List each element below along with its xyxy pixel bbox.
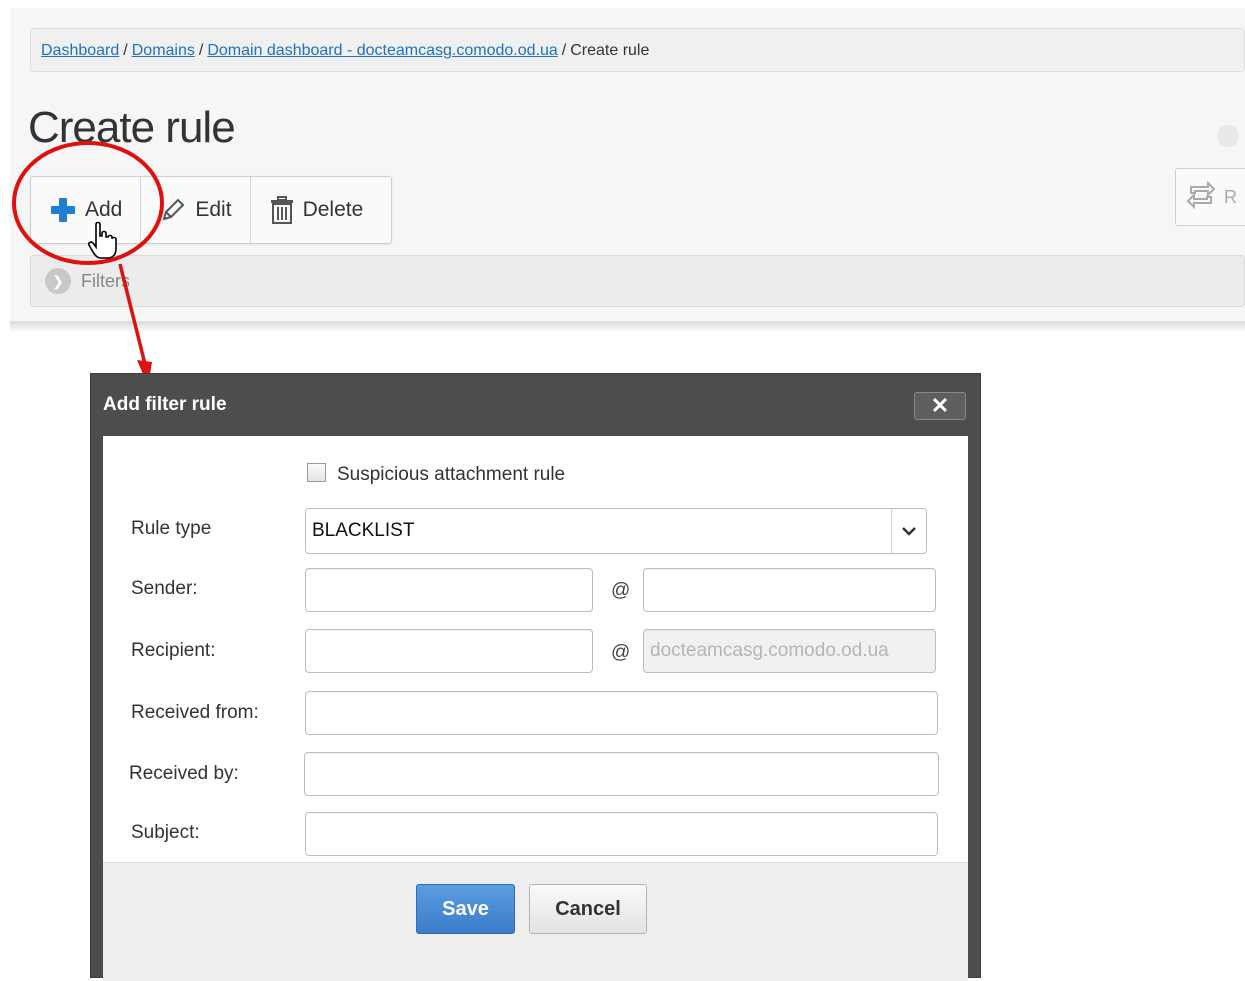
filters-panel-toggle[interactable]: ❯ Filters [30, 255, 1245, 307]
received-by-label: Received by: [129, 763, 239, 784]
dialog-body: Suspicious attachment rule Rule type BLA… [103, 436, 968, 981]
sender-label: Sender: [131, 578, 198, 599]
add-button[interactable]: Add [31, 177, 142, 243]
rule-type-label: Rule type [131, 518, 212, 539]
chevron-down-icon [891, 509, 926, 553]
breadcrumb-link-domains[interactable]: Domains [132, 42, 195, 59]
trash-icon [269, 195, 295, 225]
page-screenshot: Dashboard / Domains / Domain dashboard - doc… [10, 8, 1245, 333]
recipient-domain-input: docteamcasg.comodo.od.ua [643, 629, 936, 673]
rule-toolbar: Add Edit Delete [30, 176, 393, 244]
dialog-header: Add filter rule [91, 374, 980, 436]
rule-type-value: BLACKLIST [312, 520, 415, 541]
refresh-icon [1186, 180, 1216, 214]
received-from-label: Received from: [131, 702, 259, 723]
edit-button[interactable]: Edit [141, 177, 251, 243]
suspicious-attachment-checkbox[interactable] [307, 463, 326, 482]
subject-label: Subject: [131, 822, 200, 843]
breadcrumb-link-dashboard[interactable]: Dashboard [41, 42, 119, 59]
suspicious-attachment-label[interactable]: Suspicious attachment rule [337, 464, 565, 486]
add-button-label: Add [85, 198, 123, 221]
breadcrumb-separator: / [123, 42, 128, 59]
save-button[interactable]: Save [416, 884, 515, 934]
sender-local-input[interactable] [305, 568, 593, 612]
dialog-title: Add filter rule [103, 394, 227, 415]
refresh-button-label: R [1224, 186, 1237, 207]
breadcrumb-separator: / [561, 42, 567, 59]
rule-type-select[interactable]: BLACKLIST [305, 508, 927, 554]
pencil-icon [159, 196, 187, 224]
breadcrumb-separator: / [198, 42, 204, 59]
page-title: Create rule [28, 103, 236, 152]
recipient-at-symbol: @ [611, 642, 631, 663]
refresh-button[interactable]: R [1175, 168, 1245, 226]
recipient-local-input[interactable] [305, 629, 593, 673]
add-filter-rule-dialog: Add filter rule ✕ Suspicious attachment … [90, 373, 981, 981]
delete-button[interactable]: Delete [251, 177, 392, 243]
dialog-footer: Save Cancel [103, 862, 968, 981]
plus-icon [49, 196, 77, 224]
help-icon[interactable] [1217, 125, 1239, 147]
breadcrumb-current: Create rule [570, 42, 650, 59]
breadcrumb: Dashboard / Domains / Domain dashboard - doc… [30, 28, 1245, 72]
close-button[interactable]: ✕ [914, 392, 966, 420]
close-icon: ✕ [930, 393, 950, 418]
subject-input[interactable] [305, 812, 938, 856]
breadcrumb-link-domain-dashboard[interactable]: Domain dashboard - docteamcasg.comodo.od… [207, 42, 557, 59]
cancel-button[interactable]: Cancel [529, 884, 647, 934]
chevron-right-icon: ❯ [45, 268, 71, 294]
sender-domain-input[interactable] [643, 568, 936, 612]
edit-button-label: Edit [195, 198, 232, 221]
sender-at-symbol: @ [611, 580, 631, 601]
delete-button-label: Delete [302, 198, 364, 221]
received-by-input[interactable] [304, 752, 939, 796]
filters-label: Filters [81, 270, 130, 291]
received-from-input[interactable] [305, 691, 938, 735]
recipient-label: Recipient: [131, 640, 216, 661]
